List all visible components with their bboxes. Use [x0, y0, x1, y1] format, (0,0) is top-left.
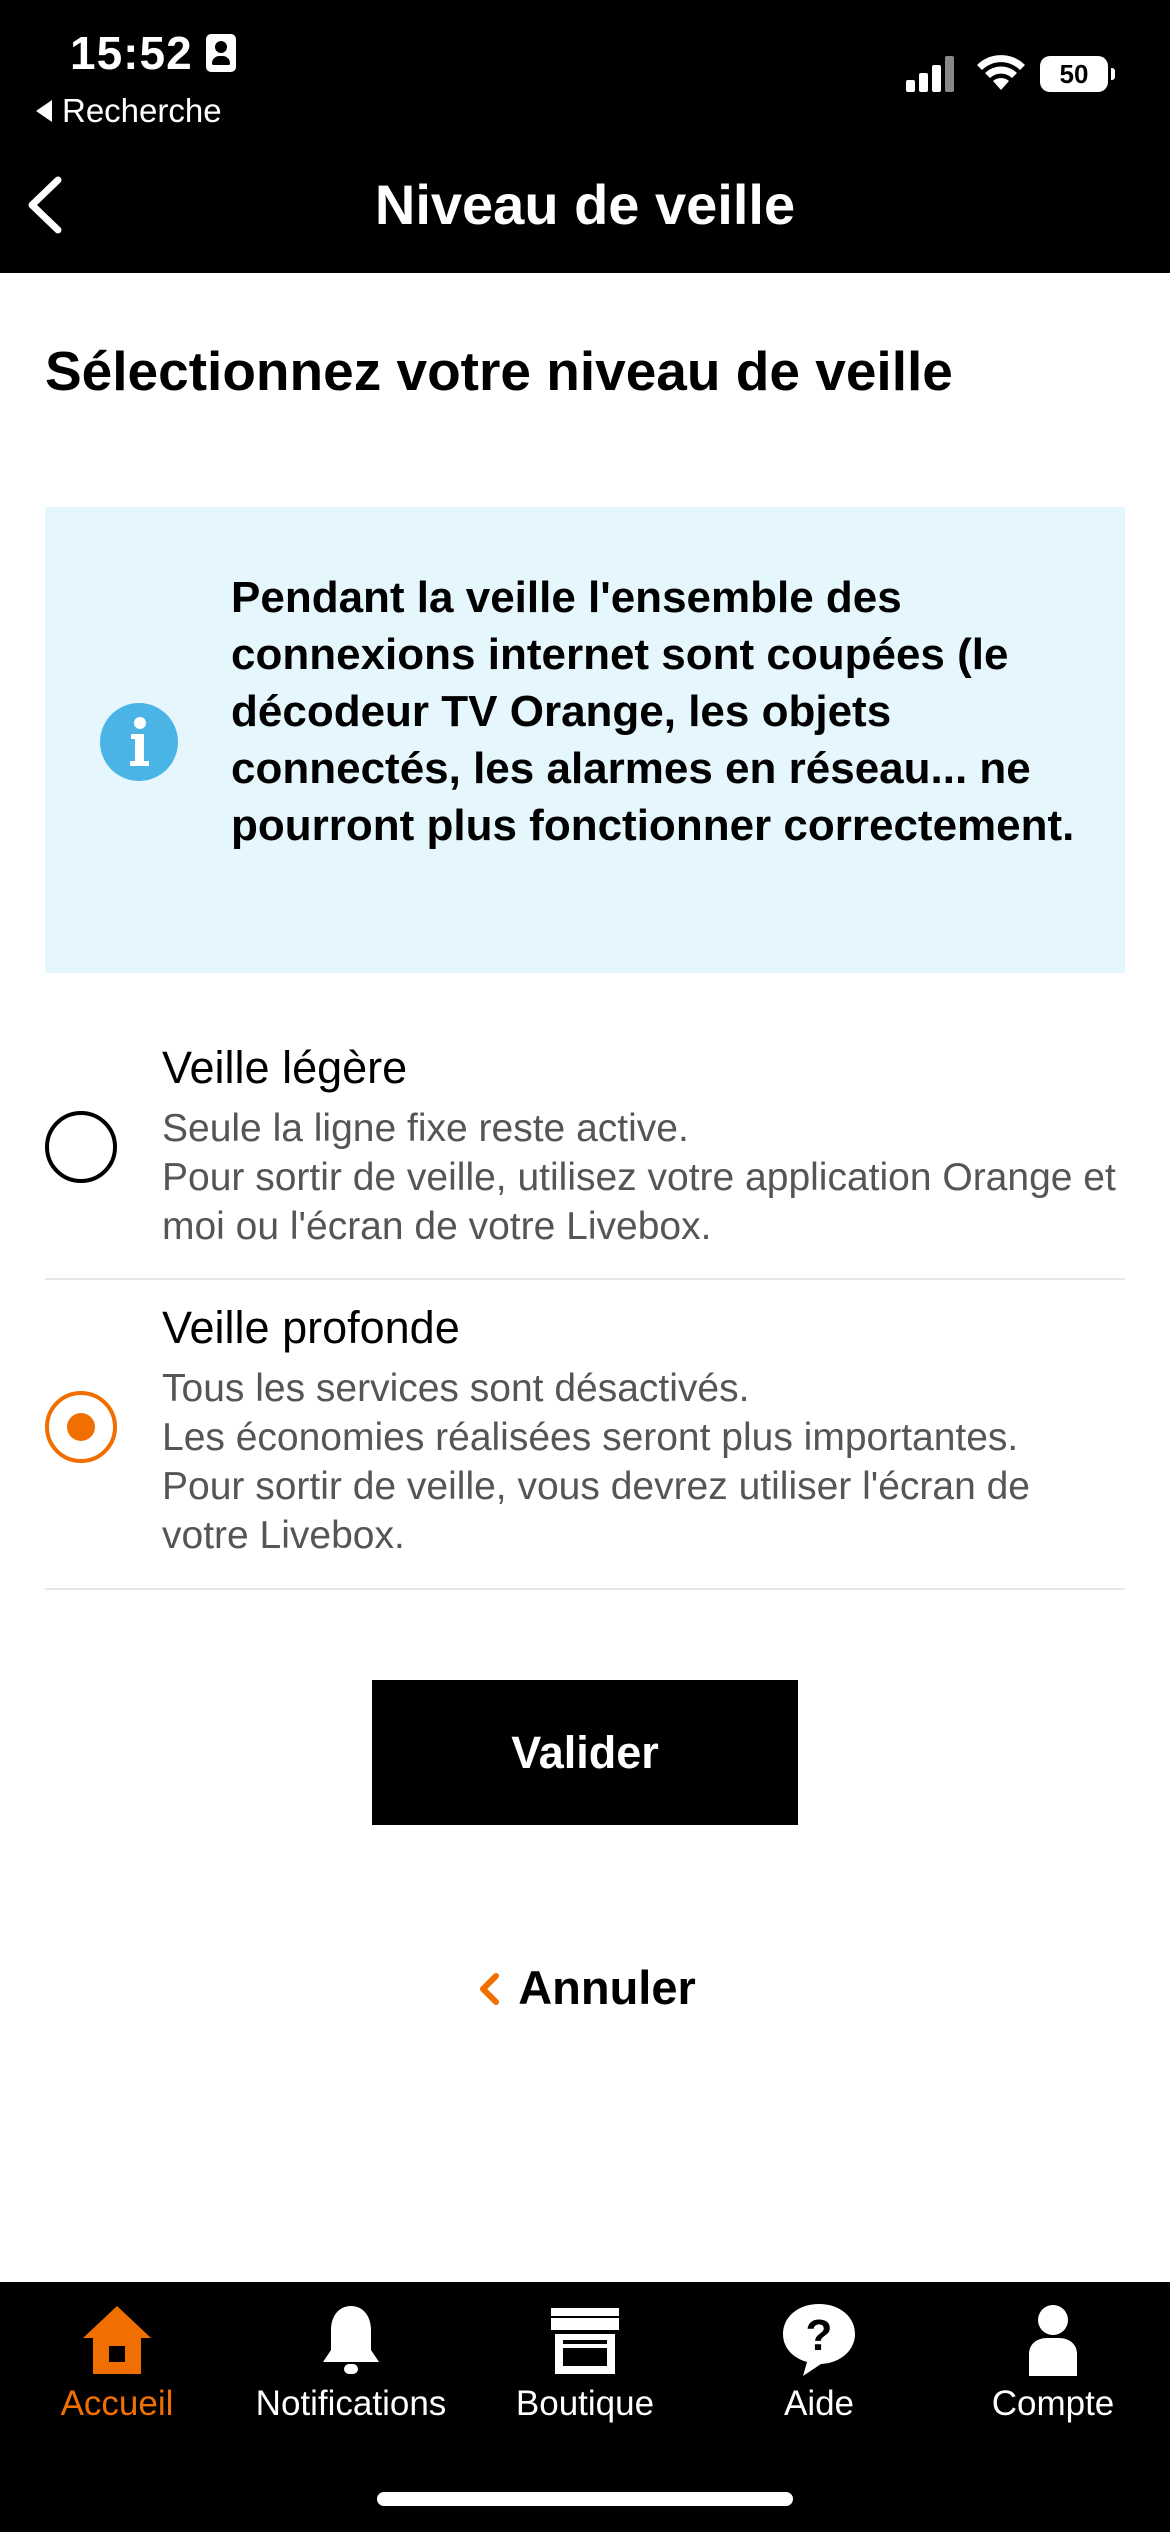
info-icon — [100, 703, 178, 781]
help-icon: ? — [783, 2304, 855, 2376]
option-desc-line: Pour sortir de veille, utilisez votre ap… — [162, 1156, 1116, 1248]
info-text: Pendant la veille l'ensemble des connexi… — [231, 573, 1075, 850]
cellular-signal-icon — [906, 56, 956, 92]
validate-button[interactable]: Valider — [372, 1680, 798, 1825]
home-indicator[interactable] — [377, 2492, 793, 2506]
back-app-label: Recherche — [62, 92, 222, 129]
option-description: Tous les services sont désactivés. Les é… — [162, 1364, 1122, 1560]
tab-boutique[interactable]: Boutique — [468, 2282, 702, 2442]
section-heading: Sélectionnez votre niveau de veille — [45, 340, 953, 402]
user-icon — [1029, 2305, 1077, 2376]
tab-notifications[interactable]: Notifications — [234, 2282, 468, 2442]
option-desc-line: Les économies réalisées seront plus impo… — [162, 1416, 1019, 1459]
option-veille-profonde[interactable]: Veille profonde Tous les services sont d… — [45, 1280, 1125, 1590]
back-to-app-link[interactable]: Recherche — [36, 92, 222, 130]
wifi-icon — [977, 55, 1025, 90]
home-icon — [83, 2306, 151, 2374]
info-banner: Pendant la veille l'ensemble des connexi… — [45, 507, 1125, 973]
option-desc-line: Pour sortir de veille, vous devrez utili… — [162, 1465, 1030, 1557]
tab-label: Compte — [991, 2384, 1115, 2423]
back-triangle-icon — [36, 100, 52, 122]
bottom-tab-bar: Accueil Notifications Boutique ? Aide Co… — [0, 2282, 1170, 2532]
tab-label: Boutique — [515, 2384, 655, 2423]
tab-label: Aide — [783, 2384, 855, 2423]
tab-label: Accueil — [60, 2384, 174, 2423]
option-desc-line: Tous les services sont désactivés. — [162, 1367, 750, 1410]
option-description: Seule la ligne fixe reste active. Pour s… — [162, 1104, 1122, 1251]
status-time: 15:52 — [70, 27, 193, 79]
tab-aide[interactable]: ? Aide — [702, 2282, 936, 2442]
chevron-left-icon — [480, 1972, 500, 2005]
battery-indicator: 50 — [1040, 56, 1115, 92]
radio-unselected[interactable] — [45, 1111, 117, 1183]
cancel-label: Annuler — [518, 1961, 696, 2014]
option-veille-legere[interactable]: Veille légère Seule la ligne fixe reste … — [45, 1030, 1125, 1280]
tab-accueil[interactable]: Accueil — [0, 2282, 234, 2442]
bell-icon — [323, 2306, 379, 2374]
radio-selected[interactable] — [45, 1391, 117, 1463]
top-bar: 15:52 Recherche 50 Niveau de veille — [0, 0, 1170, 273]
shop-icon — [551, 2308, 619, 2374]
svg-text:?: ? — [806, 2311, 833, 2360]
page-title: Niveau de veille — [374, 173, 796, 236]
tab-label: Notifications — [255, 2384, 447, 2423]
tab-compte[interactable]: Compte — [936, 2282, 1170, 2442]
option-desc-line: Seule la ligne fixe reste active. — [162, 1107, 689, 1150]
cancel-link[interactable]: Annuler — [0, 1960, 1170, 2015]
contact-card-icon — [206, 34, 236, 72]
option-title: Veille légère — [162, 1042, 408, 1093]
option-title: Veille profonde — [162, 1302, 460, 1353]
